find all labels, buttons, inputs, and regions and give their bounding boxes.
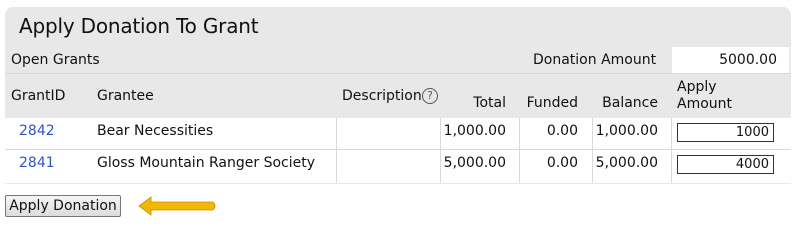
grant-id-link[interactable]: 2842 bbox=[19, 123, 55, 139]
col-header-grantid: GrantID bbox=[11, 88, 66, 104]
col-header-funded: Funded bbox=[526, 95, 578, 111]
col-header-balance: Balance bbox=[602, 95, 658, 111]
col-header-description: Description bbox=[342, 88, 422, 104]
col-header-amount: Amount bbox=[677, 96, 733, 112]
apply-donation-button[interactable]: Apply Donation bbox=[5, 195, 121, 217]
grant-id-link[interactable]: 2841 bbox=[19, 155, 55, 171]
row-divider bbox=[5, 149, 791, 150]
donation-amount-value: 5000.00 bbox=[719, 52, 777, 68]
grant-total: 1,000.00 bbox=[443, 123, 506, 139]
apply-amount-input[interactable] bbox=[677, 123, 774, 142]
col-header-total: Total bbox=[473, 95, 506, 111]
grant-funded: 0.00 bbox=[546, 155, 578, 171]
grant-total: 5,000.00 bbox=[443, 155, 506, 171]
grant-funded: 0.00 bbox=[546, 123, 578, 139]
grant-balance: 5,000.00 bbox=[595, 155, 658, 171]
column-divider bbox=[671, 118, 672, 183]
apply-amount-input[interactable] bbox=[677, 155, 774, 174]
grantee-name: Gloss Mountain Ranger Society bbox=[97, 155, 316, 171]
open-grants-label: Open Grants bbox=[11, 52, 100, 68]
panel-title: Apply Donation To Grant bbox=[19, 14, 259, 38]
divider bbox=[5, 73, 791, 74]
col-header-grantee: Grantee bbox=[97, 88, 154, 104]
grantee-name: Bear Necessities bbox=[97, 123, 214, 139]
arrow-left-icon bbox=[138, 196, 216, 216]
help-icon[interactable]: ? bbox=[422, 88, 438, 104]
column-divider bbox=[336, 118, 337, 183]
col-header-apply: Apply bbox=[677, 79, 717, 95]
grant-balance: 1,000.00 bbox=[595, 123, 658, 139]
donation-amount-label: Donation Amount bbox=[533, 52, 657, 68]
